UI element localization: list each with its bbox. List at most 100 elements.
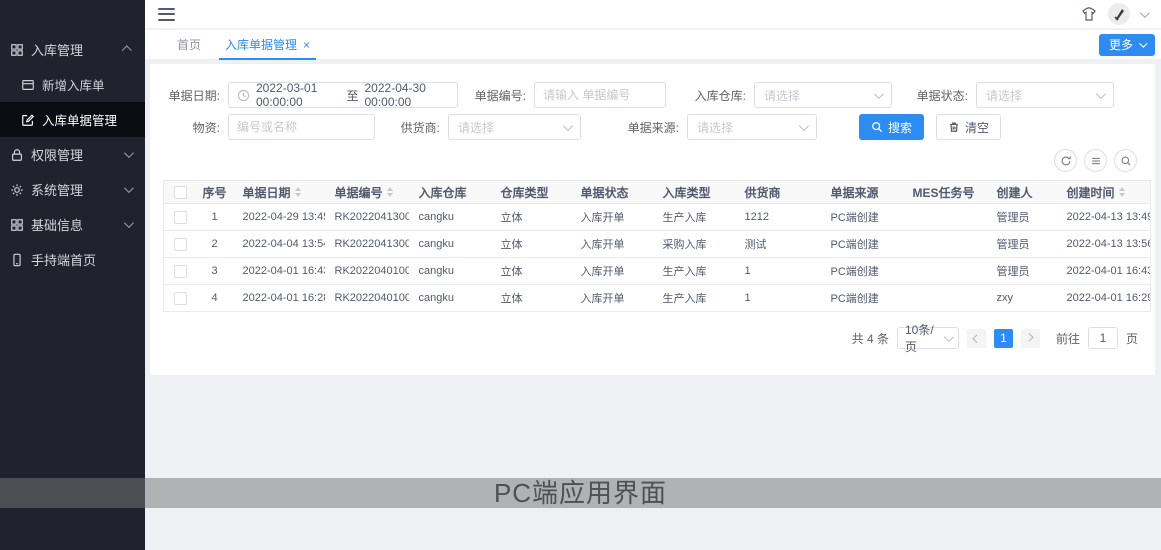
- table-header-row: 序号 单据日期 单据编号 入库仓库 仓库类型 单据状态 入库类型 供货商 单据来…: [164, 181, 1151, 204]
- order-source-label: 单据来源:: [619, 119, 679, 136]
- sidebar-item-label: 手持端首页: [31, 250, 145, 269]
- sidebar-item-label: 系统管理: [31, 180, 124, 199]
- more-button[interactable]: 更多: [1099, 34, 1155, 56]
- total-count: 共 4 条: [852, 330, 889, 347]
- menu-toggle-icon[interactable]: [158, 8, 175, 21]
- column-header: 单据来源: [821, 181, 903, 204]
- select-placeholder: 请选择: [755, 87, 874, 104]
- column-header: 序号: [197, 181, 233, 204]
- grid-icon: [9, 217, 24, 232]
- column-header-sortable[interactable]: 单据编号: [325, 181, 409, 204]
- sidebar-item-label: 入库管理: [31, 40, 124, 59]
- column-header: 入库类型: [653, 181, 735, 204]
- table-toolbar: [162, 149, 1140, 172]
- clear-button[interactable]: 清空: [936, 114, 1001, 140]
- date-range-input[interactable]: 2022-03-01 00:00:00 至 2022-04-30 00:00:0…: [228, 82, 458, 108]
- sidebar-item-inbound-management[interactable]: 入库管理: [0, 32, 145, 67]
- goto-page-input[interactable]: [1088, 327, 1118, 349]
- sidebar-item-label: 权限管理: [31, 145, 124, 164]
- select-all-checkbox[interactable]: [174, 186, 187, 199]
- next-page-button[interactable]: [1021, 329, 1040, 348]
- inbound-orders-table: 序号 单据日期 单据编号 入库仓库 仓库类型 单据状态 入库类型 供货商 单据来…: [163, 180, 1151, 312]
- column-header: MES任务号: [903, 181, 987, 204]
- chevron-right-icon: [1026, 333, 1034, 341]
- sort-icon[interactable]: [1119, 187, 1125, 197]
- mobile-icon: [9, 252, 24, 267]
- date-separator: 至: [346, 87, 358, 104]
- table-row[interactable]: 32022-04-01 16:43:21RK202204010002 cangk…: [164, 258, 1151, 285]
- user-avatar[interactable]: [1108, 3, 1130, 25]
- supplier-select[interactable]: 请选择: [448, 114, 581, 140]
- sidebar-item-permission-management[interactable]: 权限管理: [0, 137, 145, 172]
- column-header: 创建人: [987, 181, 1057, 204]
- page-number-1[interactable]: 1: [994, 329, 1013, 348]
- document-icon: [20, 77, 35, 92]
- order-no-label: 单据编号:: [466, 87, 526, 104]
- clock-icon: [237, 89, 250, 102]
- order-status-select[interactable]: 请选择: [976, 82, 1114, 108]
- column-header: 单据状态: [571, 181, 653, 204]
- order-status-label: 单据状态:: [908, 87, 968, 104]
- sidebar-item-handheld-home[interactable]: 手持端首页: [0, 242, 145, 277]
- chevron-down-icon: [563, 121, 573, 131]
- sidebar-item-new-inbound-order[interactable]: 新增入库单: [0, 67, 145, 102]
- tab-inbound-order-management[interactable]: 入库单据管理 ×: [213, 30, 322, 60]
- row-checkbox[interactable]: [174, 211, 187, 224]
- chevron-down-icon[interactable]: [1140, 8, 1150, 18]
- chevron-down-icon: [124, 218, 134, 228]
- sidebar-item-basic-info[interactable]: 基础信息: [0, 207, 145, 242]
- search-icon: [871, 121, 883, 133]
- select-placeholder: 请选择: [449, 119, 563, 136]
- filter-row-1: 单据日期: 2022-03-01 00:00:00 至 2022-04-30 0…: [162, 82, 1140, 108]
- chevron-down-icon: [874, 89, 884, 99]
- material-input[interactable]: [229, 115, 374, 139]
- table-row[interactable]: 12022-04-29 13:45:43RK202204130001 cangk…: [164, 204, 1151, 231]
- row-checkbox[interactable]: [174, 292, 187, 305]
- column-header-sortable[interactable]: 创建时间: [1057, 181, 1151, 204]
- more-button-label: 更多: [1109, 36, 1133, 53]
- tab-home[interactable]: 首页: [165, 30, 213, 60]
- sort-icon[interactable]: [387, 187, 393, 197]
- search-icon: [1120, 155, 1132, 167]
- list-settings-icon: [1090, 155, 1102, 167]
- chevron-left-icon: [973, 334, 981, 342]
- chevron-down-icon: [124, 183, 134, 193]
- chevron-down-icon: [944, 332, 954, 342]
- page-unit: 页: [1126, 330, 1138, 347]
- theme-skin-icon[interactable]: [1080, 5, 1098, 23]
- close-icon[interactable]: ×: [303, 39, 310, 51]
- supplier-label: 供货商:: [392, 119, 440, 136]
- gear-icon: [9, 182, 24, 197]
- sort-icon[interactable]: [295, 187, 301, 197]
- warehouse-select[interactable]: 请选择: [754, 82, 892, 108]
- order-no-input[interactable]: [535, 83, 665, 107]
- tab-label: 首页: [177, 36, 201, 53]
- page-size-select[interactable]: 10条/页: [897, 327, 959, 349]
- sidebar-item-label: 新增入库单: [42, 75, 145, 94]
- column-header: 入库仓库: [409, 181, 491, 204]
- table-row[interactable]: 22022-04-04 13:54:40RK202204130002 cangk…: [164, 231, 1151, 258]
- main-content: 单据日期: 2022-03-01 00:00:00 至 2022-04-30 0…: [145, 61, 1161, 550]
- table-row[interactable]: 42022-04-01 16:28:03RK202204010001 cangk…: [164, 285, 1151, 312]
- prev-page-button[interactable]: [967, 329, 986, 348]
- order-no-field: [534, 82, 666, 108]
- order-source-select[interactable]: 请选择: [687, 114, 817, 140]
- table-search-button[interactable]: [1114, 149, 1137, 172]
- refresh-button[interactable]: [1054, 149, 1077, 172]
- column-header-sortable[interactable]: 单据日期: [233, 181, 325, 204]
- sidebar-item-system-management[interactable]: 系统管理: [0, 172, 145, 207]
- top-bar: [145, 0, 1161, 29]
- column-header: 供货商: [735, 181, 821, 204]
- column-settings-button[interactable]: [1084, 149, 1107, 172]
- sidebar-item-inbound-order-management[interactable]: 入库单据管理: [0, 102, 145, 137]
- pagination: 共 4 条 10条/页 1 前往 页: [162, 327, 1140, 349]
- search-button-label: 搜索: [888, 119, 912, 136]
- row-checkbox[interactable]: [174, 265, 187, 278]
- chevron-down-icon: [1139, 39, 1147, 47]
- row-checkbox[interactable]: [174, 238, 187, 251]
- select-placeholder: 请选择: [977, 87, 1096, 104]
- material-field: [228, 114, 375, 140]
- search-button[interactable]: 搜索: [859, 114, 924, 140]
- sidebar-item-label: 基础信息: [31, 215, 124, 234]
- content-card: 单据日期: 2022-03-01 00:00:00 至 2022-04-30 0…: [150, 64, 1155, 375]
